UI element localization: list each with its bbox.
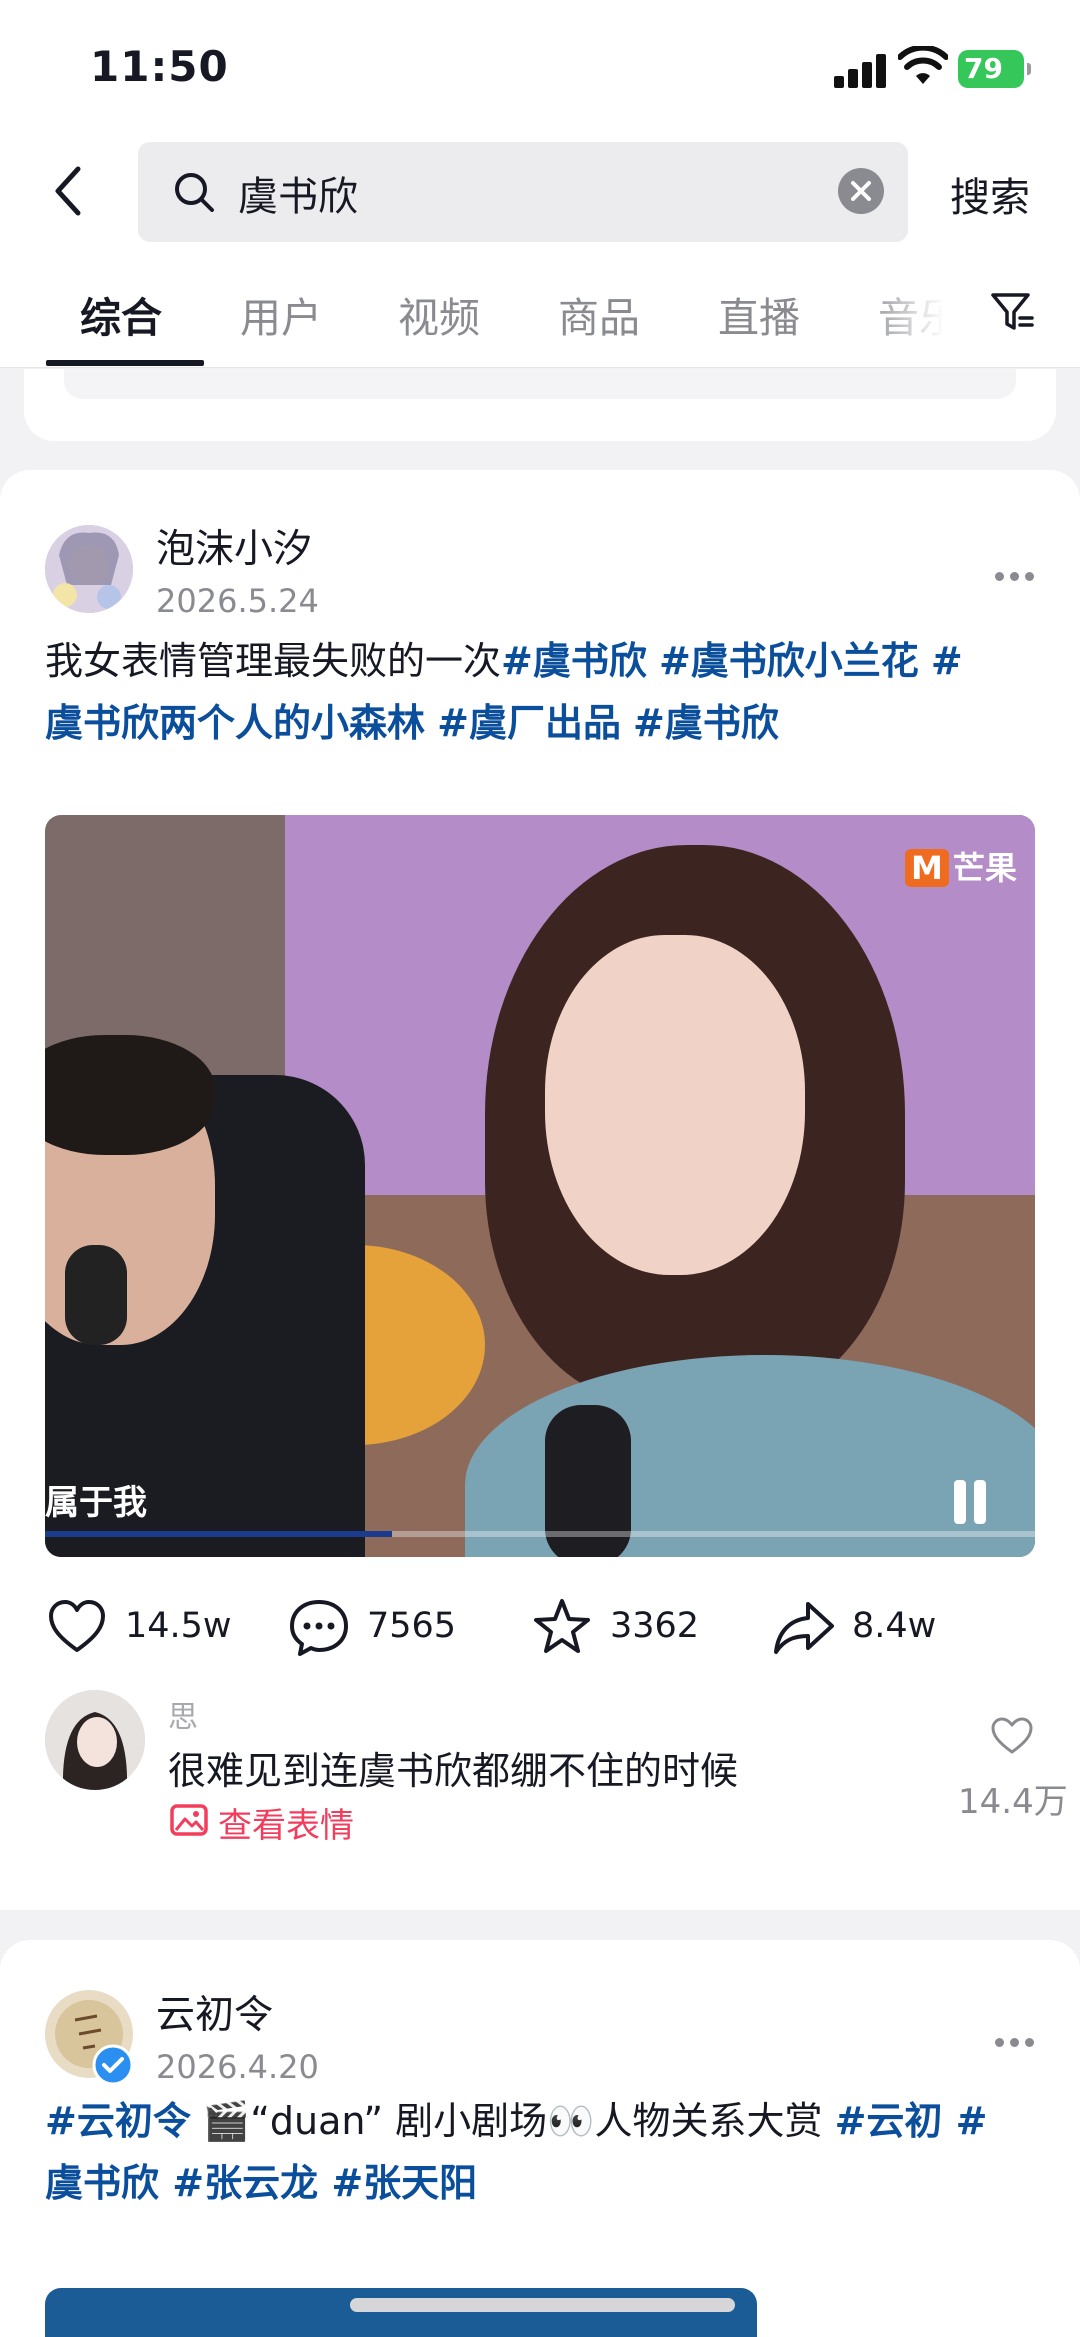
hashtag[interactable]: #张云龙 (159, 2161, 318, 2205)
video-woman-face (545, 935, 805, 1275)
verified-badge-icon (92, 2044, 134, 2086)
hashtag[interactable]: #云初令 (45, 2099, 191, 2143)
avatar-image (45, 525, 133, 613)
tab-fade (860, 250, 980, 366)
tab-comprehensive[interactable]: 综合 (80, 284, 162, 344)
status-bar: 11:50 79 (0, 0, 1080, 135)
commenter-avatar-image (45, 1690, 145, 1790)
pause-button[interactable] (950, 1480, 990, 1524)
tab-videos[interactable]: 视频 (398, 284, 480, 344)
post-caption: #云初令 🎬“duan” 剧小剧场👀人物关系大赏 #云初 # 虞书欣 #张云龙 #… (45, 2090, 1035, 2214)
post-author[interactable]: 泡沫小汐 (156, 518, 312, 574)
hashtag[interactable]: #云初 (835, 2099, 943, 2143)
hashtag[interactable]: #虞书欣小兰花 (659, 639, 919, 683)
clear-search-button[interactable] (838, 168, 884, 214)
tab-users[interactable]: 用户 (240, 284, 322, 344)
like-count: 14.5w (125, 1606, 232, 1646)
tab-live[interactable]: 直播 (718, 284, 800, 344)
search-icon (175, 173, 214, 212)
video-progress-bar[interactable] (45, 1531, 1035, 1537)
channel-logo-text: 芒果 (952, 849, 1017, 887)
search-header: 虞书欣 搜索 (0, 135, 1080, 250)
hashtag[interactable]: #虞书欣 (633, 701, 779, 745)
avatar[interactable] (45, 525, 133, 613)
video-microphone (65, 1245, 127, 1345)
star-icon (534, 1599, 590, 1653)
more-options-button[interactable] (995, 572, 1035, 586)
comment-text: 很难见到连虞书欣都绷不住的时候 (168, 1749, 739, 1793)
result-tabs: 综合 用户 视频 商品 直播 音乐 (0, 250, 1080, 368)
home-indicator (350, 2298, 735, 2312)
heart-icon (49, 1600, 105, 1652)
search-query: 虞书欣 (238, 174, 358, 220)
view-sticker-link[interactable]: 查看表情 (218, 1798, 354, 1847)
comment-icon (290, 1600, 348, 1656)
hashtag[interactable]: #张天阳 (318, 2161, 477, 2205)
video-man-hair (45, 1035, 215, 1155)
search-button[interactable]: 搜索 (950, 165, 1030, 223)
wifi-icon (898, 46, 948, 84)
hashtag[interactable]: #虞厂出品 (437, 701, 621, 745)
post-caption: 我女表情管理最失败的一次#虞书欣 #虞书欣小兰花 # 虞书欣两个人的小森林 #虞厂… (45, 630, 1035, 754)
post-date: 2026.4.20 (156, 2048, 319, 2086)
battery-level: 79 (964, 52, 1003, 85)
hashtag[interactable]: # (931, 639, 963, 683)
hashtag[interactable]: 虞书欣两个人的小森林 (45, 701, 425, 745)
caption-text: 🎬“duan” 剧小剧场👀人物关系大赏 (190, 2099, 835, 2143)
hashtag[interactable]: # (942, 2099, 988, 2143)
active-tab-indicator (46, 360, 204, 366)
status-time: 11:50 (90, 42, 229, 91)
share-icon (774, 1602, 834, 1654)
post-actions: 14.5w 7565 3362 8.4w (0, 1588, 1080, 1668)
share-count: 8.4w (852, 1606, 937, 1646)
video-subtitle: 属于我 (45, 1483, 147, 1523)
search-input[interactable]: 虞书欣 (138, 142, 908, 242)
commenter-avatar[interactable] (45, 1690, 145, 1790)
back-button[interactable] (40, 161, 100, 221)
video-thumbnail[interactable] (45, 2288, 757, 2337)
post-author[interactable]: 云初令 (156, 1984, 273, 2040)
filter-icon[interactable] (990, 290, 1034, 334)
comment-like-icon[interactable] (990, 1716, 1034, 1756)
previous-result-card (24, 369, 1056, 441)
channel-logo: M 芒果 (905, 843, 1017, 889)
post-card[interactable]: 泡沫小汐 2026.5.24 我女表情管理最失败的一次#虞书欣 #虞书欣小兰花 … (0, 470, 1080, 1910)
post-card[interactable]: 云初令 2026.4.20 #云初令 🎬“duan” 剧小剧场👀人物关系大赏 #… (0, 1940, 1080, 2337)
commenter-name[interactable]: 思 (168, 1692, 198, 1736)
more-options-button[interactable] (995, 2038, 1035, 2052)
post-date: 2026.5.24 (156, 582, 319, 620)
top-comment[interactable]: 思 很难见到连虞书欣都绷不住的时候 查看表情 14.4万 (0, 1690, 1080, 1860)
battery-icon: 79 (958, 50, 1031, 88)
cellular-signal-icon (834, 54, 890, 88)
comment-count: 7565 (367, 1606, 457, 1646)
hashtag[interactable]: #虞书欣 (501, 639, 647, 683)
tab-products[interactable]: 商品 (558, 284, 640, 344)
image-icon (170, 1804, 208, 1836)
comment-like-count: 14.4万 (958, 1782, 1068, 1822)
video-progress-fill (45, 1531, 392, 1537)
caption-text: 我女表情管理最失败的一次 (45, 639, 502, 683)
previous-card-inner (64, 369, 1016, 399)
video-player[interactable]: M 芒果 属于我 (45, 815, 1035, 1557)
favorite-count: 3362 (610, 1606, 700, 1646)
hashtag[interactable]: 虞书欣 (45, 2161, 159, 2205)
